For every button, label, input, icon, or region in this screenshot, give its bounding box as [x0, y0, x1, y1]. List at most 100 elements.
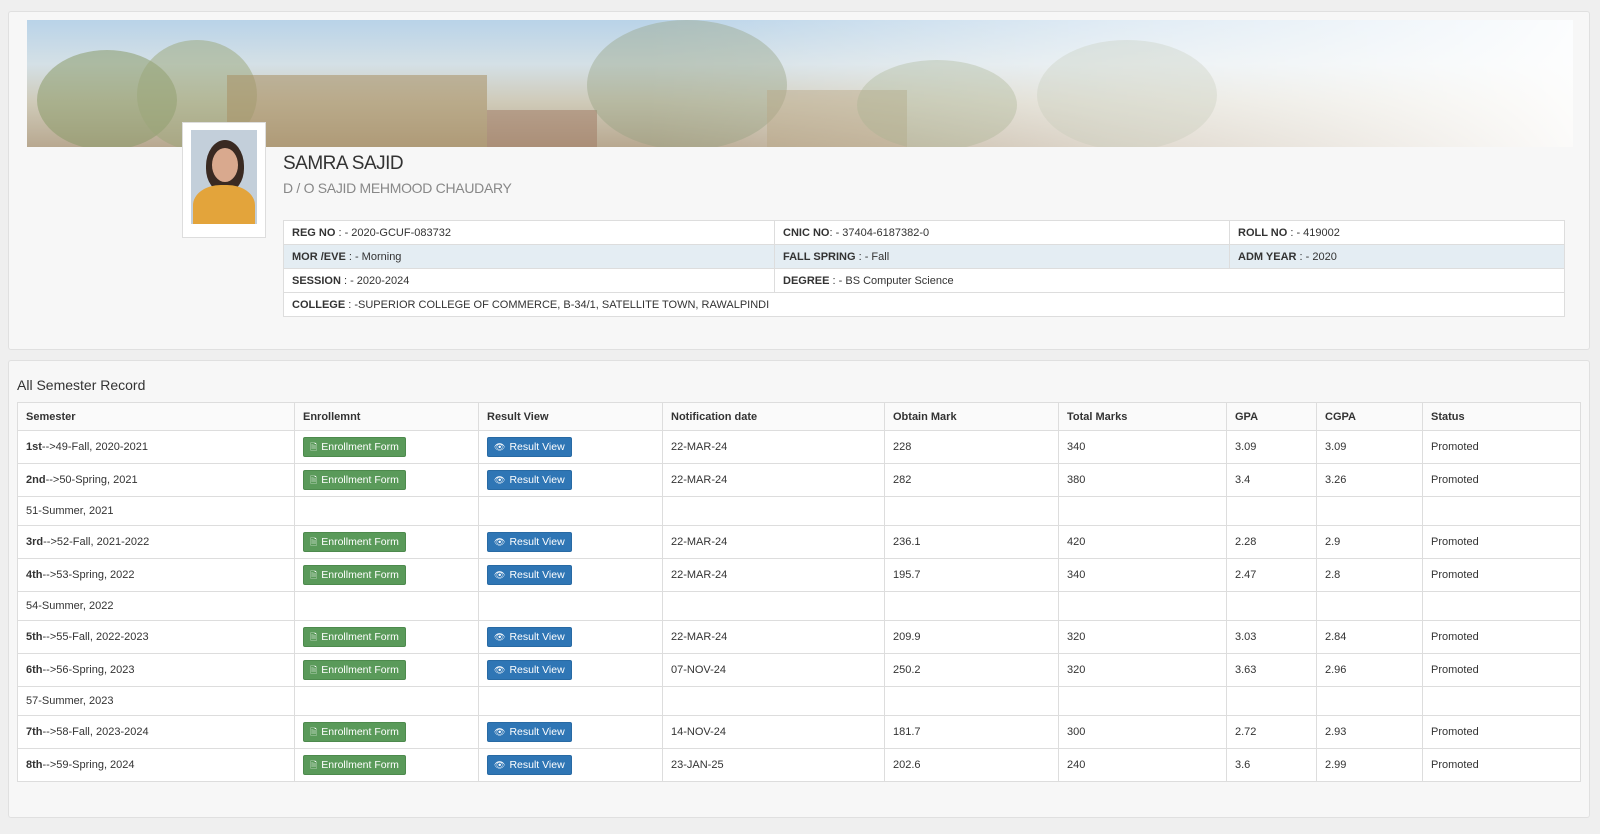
- empty-cell: [1226, 686, 1317, 716]
- empty-cell: [1058, 686, 1227, 716]
- table-row: 8th-->59-Spring, 2024 🗎 Enrollment Form 👁 Re…: [17, 748, 1581, 782]
- result-view-cell: 👁 Result View: [478, 620, 663, 654]
- eye-icon: 👁: [494, 664, 506, 675]
- total-marks-cell: 320: [1058, 653, 1227, 687]
- status-cell: Promoted: [1422, 558, 1581, 592]
- enrollment-cell: 🗎 Enrollment Form: [294, 653, 479, 687]
- enrollment-form-button[interactable]: 🗎 Enrollment Form: [303, 660, 406, 680]
- pdf-file-icon: 🗎: [310, 441, 318, 452]
- column-header: Status: [1422, 402, 1581, 431]
- column-header: CGPA: [1316, 402, 1423, 431]
- table-row: 4th-->53-Spring, 2022 🗎 Enrollment Form 👁 Re…: [17, 558, 1581, 592]
- cgpa-cell: 2.99: [1316, 748, 1423, 782]
- semester-cell: 2nd-->50-Spring, 2021: [17, 463, 295, 497]
- pdf-file-icon: 🗎: [310, 726, 318, 737]
- enrollment-cell: 🗎 Enrollment Form: [294, 525, 479, 559]
- roll-no-cell: ROLL NO : - 419002: [1229, 220, 1565, 245]
- enrollment-form-button[interactable]: 🗎 Enrollment Form: [303, 565, 406, 585]
- degree-cell: DEGREE : - BS Computer Science: [774, 268, 1565, 293]
- pdf-file-icon: 🗎: [310, 536, 318, 547]
- empty-cell: [478, 686, 663, 716]
- obtain-mark-cell: 209.9: [884, 620, 1059, 654]
- notification-date-cell: 22-MAR-24: [662, 463, 885, 497]
- student-info-table: REG NO : - 2020-GCUF-083732 CNIC NO: - 3…: [283, 220, 1565, 317]
- gpa-cell: 3.03: [1226, 620, 1317, 654]
- enrollment-form-button[interactable]: 🗎 Enrollment Form: [303, 532, 406, 552]
- session-cell: SESSION : - 2020-2024: [283, 268, 775, 293]
- gpa-cell: 3.63: [1226, 653, 1317, 687]
- total-marks-cell: 420: [1058, 525, 1227, 559]
- status-cell: Promoted: [1422, 748, 1581, 782]
- empty-cell: [662, 686, 885, 716]
- result-view-button[interactable]: 👁 Result View: [487, 565, 572, 585]
- result-view-cell: 👁 Result View: [478, 430, 663, 464]
- semester-cell: 5th-->55-Fall, 2022-2023: [17, 620, 295, 654]
- empty-cell: [1316, 496, 1423, 526]
- obtain-mark-cell: 181.7: [884, 715, 1059, 749]
- eye-icon: 👁: [494, 759, 506, 770]
- enrollment-form-button[interactable]: 🗎 Enrollment Form: [303, 755, 406, 775]
- semester-cell: 1st-->49-Fall, 2020-2021: [17, 430, 295, 464]
- cgpa-cell: 2.93: [1316, 715, 1423, 749]
- student-profile-panel: SAMRA SAJID D / O SAJID MEHMOOD CHAUDARY…: [8, 11, 1590, 350]
- empty-cell: [1316, 686, 1423, 716]
- enrollment-form-button[interactable]: 🗎 Enrollment Form: [303, 470, 406, 490]
- empty-cell: [478, 496, 663, 526]
- column-header: Semester: [17, 402, 295, 431]
- gpa-cell: 3.4: [1226, 463, 1317, 497]
- obtain-mark-cell: 236.1: [884, 525, 1059, 559]
- table-row: 1st-->49-Fall, 2020-2021 🗎 Enrollment Form…: [17, 430, 1581, 464]
- empty-cell: [294, 591, 479, 621]
- result-view-button[interactable]: 👁 Result View: [487, 627, 572, 647]
- status-cell: Promoted: [1422, 430, 1581, 464]
- column-header: Total Marks: [1058, 402, 1227, 431]
- result-view-cell: 👁 Result View: [478, 525, 663, 559]
- result-view-button[interactable]: 👁 Result View: [487, 437, 572, 457]
- enrollment-form-button[interactable]: 🗎 Enrollment Form: [303, 722, 406, 742]
- cgpa-cell: 2.9: [1316, 525, 1423, 559]
- enrollment-cell: 🗎 Enrollment Form: [294, 558, 479, 592]
- total-marks-cell: 340: [1058, 430, 1227, 464]
- obtain-mark-cell: 202.6: [884, 748, 1059, 782]
- cgpa-cell: 3.09: [1316, 430, 1423, 464]
- shift-cell: MOR /EVE : - Morning: [283, 244, 775, 269]
- column-header: Obtain Mark: [884, 402, 1059, 431]
- fall-spring-cell: FALL SPRING : - Fall: [774, 244, 1230, 269]
- enrollment-form-button[interactable]: 🗎 Enrollment Form: [303, 627, 406, 647]
- table-row: 57-Summer, 2023: [17, 686, 1581, 716]
- total-marks-cell: 300: [1058, 715, 1227, 749]
- pdf-file-icon: 🗎: [310, 474, 318, 485]
- semester-cell: 57-Summer, 2023: [17, 686, 295, 716]
- empty-cell: [1422, 686, 1581, 716]
- total-marks-cell: 320: [1058, 620, 1227, 654]
- semester-table: Semester Enrollemnt Result View Notificatio…: [17, 402, 1581, 782]
- empty-cell: [478, 591, 663, 621]
- semester-cell: 4th-->53-Spring, 2022: [17, 558, 295, 592]
- reg-no-cell: REG NO : - 2020-GCUF-083732: [283, 220, 775, 245]
- result-view-button[interactable]: 👁 Result View: [487, 755, 572, 775]
- result-view-button[interactable]: 👁 Result View: [487, 660, 572, 680]
- table-row: 3rd-->52-Fall, 2021-2022 🗎 Enrollment Form…: [17, 525, 1581, 559]
- result-view-button[interactable]: 👁 Result View: [487, 722, 572, 742]
- table-row: 6th-->56-Spring, 2023 🗎 Enrollment Form 👁 Re…: [17, 653, 1581, 687]
- cgpa-cell: 3.26: [1316, 463, 1423, 497]
- result-view-button[interactable]: 👁 Result View: [487, 470, 572, 490]
- total-marks-cell: 380: [1058, 463, 1227, 497]
- semester-record-panel: All Semester Record Semester Enrollemnt Re…: [8, 360, 1590, 818]
- notification-date-cell: 22-MAR-24: [662, 558, 885, 592]
- record-title: All Semester Record: [17, 377, 146, 393]
- enrollment-form-button[interactable]: 🗎 Enrollment Form: [303, 437, 406, 457]
- result-view-button[interactable]: 👁 Result View: [487, 532, 572, 552]
- obtain-mark-cell: 282: [884, 463, 1059, 497]
- total-marks-cell: 240: [1058, 748, 1227, 782]
- table-row: 54-Summer, 2022: [17, 591, 1581, 621]
- column-header: GPA: [1226, 402, 1317, 431]
- adm-year-cell: ADM YEAR : - 2020: [1229, 244, 1565, 269]
- enrollment-cell: 🗎 Enrollment Form: [294, 620, 479, 654]
- notification-date-cell: 22-MAR-24: [662, 525, 885, 559]
- enrollment-cell: 🗎 Enrollment Form: [294, 715, 479, 749]
- result-view-cell: 👁 Result View: [478, 653, 663, 687]
- empty-cell: [1422, 496, 1581, 526]
- empty-cell: [1422, 591, 1581, 621]
- status-cell: Promoted: [1422, 715, 1581, 749]
